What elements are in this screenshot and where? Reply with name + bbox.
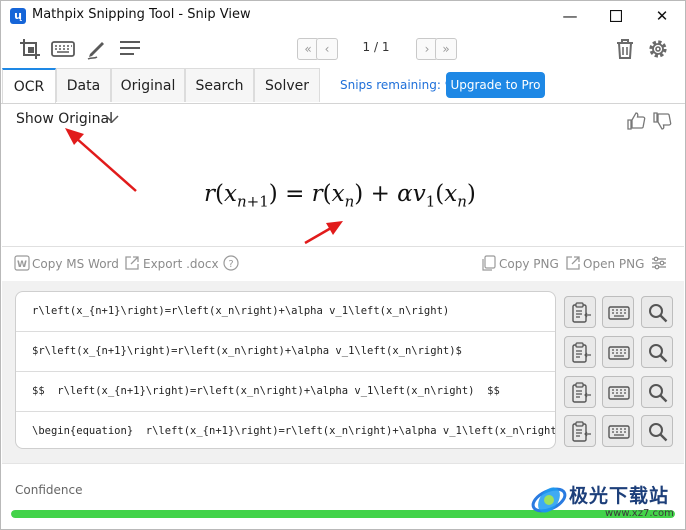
export-icon <box>125 256 139 270</box>
paste-button[interactable] <box>564 336 596 368</box>
copy-icon <box>482 255 496 271</box>
search-icon <box>649 304 668 323</box>
search-button[interactable] <box>641 376 673 408</box>
watermark-brand: 极光下载站 <box>569 485 670 507</box>
keyboard-icon <box>608 306 630 320</box>
red-arrow-icon <box>304 221 343 245</box>
keyboard-icon <box>608 346 630 360</box>
open-png-button[interactable]: Open PNG <box>583 257 644 271</box>
help-icon[interactable]: ? <box>223 255 239 271</box>
confidence-bar <box>11 510 675 518</box>
keyboard-button[interactable] <box>602 336 634 368</box>
paste-icon <box>572 302 591 323</box>
sliders-icon[interactable] <box>651 255 667 271</box>
svg-text:?: ? <box>228 259 233 270</box>
paste-icon <box>572 382 591 403</box>
search-button[interactable] <box>641 296 673 328</box>
paste-icon <box>572 421 591 442</box>
export-docx-button[interactable]: Export .docx <box>143 257 219 271</box>
result-latex-display[interactable]: $$ r\left(x_{n+1}\right)=r\left(x_n\righ… <box>16 372 555 411</box>
confidence-bar-fill <box>11 510 675 518</box>
keyboard-button[interactable] <box>602 376 634 408</box>
paste-button[interactable] <box>564 376 596 408</box>
open-icon <box>566 256 580 270</box>
svg-text:W: W <box>17 260 27 270</box>
copy-png-button[interactable]: Copy PNG <box>499 257 559 271</box>
watermark-url: www.xz7.com <box>605 508 674 519</box>
keyboard-icon <box>608 425 630 439</box>
search-icon <box>649 344 668 363</box>
result-latex-equation[interactable]: \begin{equation} r\left(x_{n+1}\right)=r… <box>16 412 555 451</box>
paste-icon <box>572 342 591 363</box>
keyboard-button[interactable] <box>602 296 634 328</box>
word-icon: W <box>14 255 30 271</box>
paste-button[interactable] <box>564 296 596 328</box>
app-window: ų Mathpix Snipping Tool - Snip View — ✕ … <box>0 0 686 530</box>
result-latex-plain[interactable]: r\left(x_{n+1}\right)=r\left(x_n\right)+… <box>16 292 555 331</box>
result-latex-inline[interactable]: $r\left(x_{n+1}\right)=r\left(x_n\right)… <box>16 332 555 371</box>
confidence-label: Confidence <box>15 483 83 497</box>
search-button[interactable] <box>641 336 673 368</box>
copy-ms-word-button[interactable]: Copy MS Word <box>32 257 119 271</box>
red-arrow-icon <box>65 128 137 192</box>
search-icon <box>649 384 668 403</box>
watermark-logo-icon <box>531 487 567 513</box>
keyboard-button[interactable] <box>602 415 634 447</box>
paste-button[interactable] <box>564 415 596 447</box>
search-icon <box>649 423 668 442</box>
keyboard-icon <box>608 386 630 400</box>
search-button[interactable] <box>641 415 673 447</box>
